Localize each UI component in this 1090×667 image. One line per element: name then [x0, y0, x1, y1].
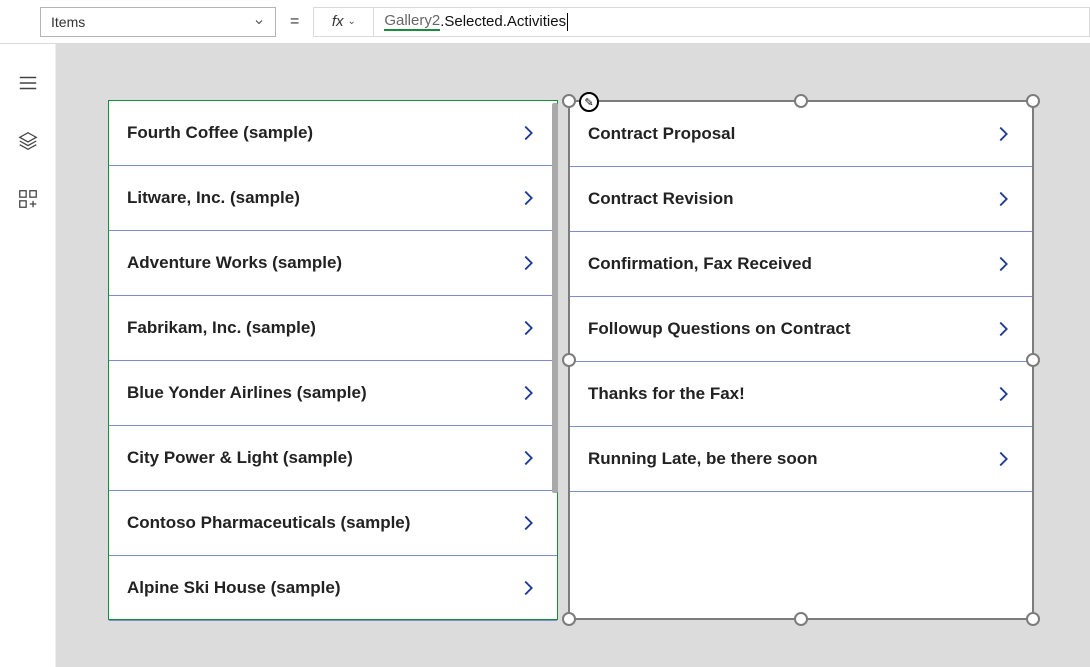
list-item[interactable]: Followup Questions on Contract — [570, 297, 1032, 362]
list-item-label: Blue Yonder Airlines (sample) — [127, 383, 367, 403]
resize-handle[interactable] — [1026, 94, 1040, 108]
scrollbar[interactable] — [552, 103, 558, 493]
list-item[interactable]: Fabrikam, Inc. (sample) — [109, 296, 557, 361]
gallery-activities[interactable]: ✎ Contract Proposal Contract Revision Co… — [568, 100, 1034, 620]
main-area: Fourth Coffee (sample) Litware, Inc. (sa… — [0, 44, 1090, 667]
list-item-label: Contoso Pharmaceuticals (sample) — [127, 513, 410, 533]
fx-button[interactable]: fx ⌄ — [313, 7, 373, 37]
chevron-right-icon[interactable] — [992, 188, 1014, 210]
chevron-right-icon[interactable] — [517, 187, 539, 209]
chevron-right-icon[interactable] — [517, 252, 539, 274]
list-item-label: Running Late, be there soon — [588, 449, 818, 469]
resize-handle[interactable] — [562, 353, 576, 367]
list-item-label: Litware, Inc. (sample) — [127, 188, 300, 208]
canvas[interactable]: Fourth Coffee (sample) Litware, Inc. (sa… — [56, 44, 1090, 667]
edit-template-badge[interactable]: ✎ — [579, 92, 599, 112]
left-rail — [0, 44, 56, 667]
formula-input[interactable]: Gallery2.Selected.Activities — [373, 7, 1090, 37]
hamburger-icon[interactable] — [17, 72, 39, 94]
formula-bar: Items = fx ⌄ Gallery2.Selected.Activitie… — [0, 0, 1090, 44]
chevron-right-icon[interactable] — [517, 122, 539, 144]
list-item[interactable]: Fourth Coffee (sample) — [109, 101, 557, 166]
resize-handle[interactable] — [794, 612, 808, 626]
list-item-label: Followup Questions on Contract — [588, 319, 851, 339]
chevron-right-icon[interactable] — [992, 123, 1014, 145]
list-item-label: Contract Proposal — [588, 124, 735, 144]
formula-token: Gallery2 — [384, 12, 440, 31]
list-item[interactable]: Contract Proposal — [570, 102, 1032, 167]
list-item[interactable]: Confirmation, Fax Received — [570, 232, 1032, 297]
chevron-right-icon[interactable] — [517, 447, 539, 469]
resize-handle[interactable] — [562, 612, 576, 626]
formula-rest: .Selected.Activities — [440, 13, 566, 30]
list-item[interactable]: Litware, Inc. (sample) — [109, 166, 557, 231]
list-item[interactable]: Running Late, be there soon — [570, 427, 1032, 492]
list-item[interactable]: Alpine Ski House (sample) — [109, 556, 557, 621]
resize-handle[interactable] — [794, 94, 808, 108]
resize-handle[interactable] — [562, 94, 576, 108]
text-cursor — [567, 13, 568, 31]
chevron-down-icon — [253, 16, 265, 28]
list-item-label: Fabrikam, Inc. (sample) — [127, 318, 316, 338]
chevron-right-icon[interactable] — [517, 577, 539, 599]
list-item[interactable]: Blue Yonder Airlines (sample) — [109, 361, 557, 426]
list-item-label: City Power & Light (sample) — [127, 448, 353, 468]
chevron-right-icon[interactable] — [517, 317, 539, 339]
resize-handle[interactable] — [1026, 612, 1040, 626]
chevron-right-icon[interactable] — [992, 253, 1014, 275]
list-item[interactable]: Thanks for the Fax! — [570, 362, 1032, 427]
list-item-label: Thanks for the Fax! — [588, 384, 745, 404]
equals-label: = — [290, 13, 299, 31]
chevron-right-icon[interactable] — [517, 512, 539, 534]
list-item[interactable]: Contoso Pharmaceuticals (sample) — [109, 491, 557, 556]
chevron-right-icon[interactable] — [992, 383, 1014, 405]
list-item-label: Adventure Works (sample) — [127, 253, 342, 273]
fx-label: fx — [332, 13, 344, 30]
layers-icon[interactable] — [17, 130, 39, 152]
list-item-label: Fourth Coffee (sample) — [127, 123, 313, 143]
gallery-accounts[interactable]: Fourth Coffee (sample) Litware, Inc. (sa… — [108, 100, 558, 620]
list-item-label: Contract Revision — [588, 189, 733, 209]
grid-add-icon[interactable] — [17, 188, 39, 210]
list-item-label: Alpine Ski House (sample) — [127, 578, 341, 598]
property-select[interactable]: Items — [40, 7, 276, 37]
chevron-right-icon[interactable] — [517, 382, 539, 404]
property-select-value: Items — [51, 14, 85, 30]
list-item[interactable]: Contract Revision — [570, 167, 1032, 232]
list-item[interactable]: City Power & Light (sample) — [109, 426, 557, 491]
chevron-right-icon[interactable] — [992, 448, 1014, 470]
list-item[interactable]: Adventure Works (sample) — [109, 231, 557, 296]
chevron-right-icon[interactable] — [992, 318, 1014, 340]
resize-handle[interactable] — [1026, 353, 1040, 367]
chevron-down-icon: ⌄ — [347, 16, 355, 27]
list-item-label: Confirmation, Fax Received — [588, 254, 812, 274]
